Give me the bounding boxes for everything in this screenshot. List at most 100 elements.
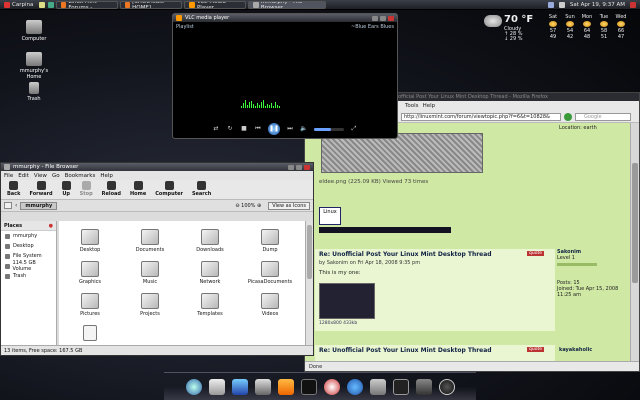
shuffle-icon[interactable]: ⇄ [212,125,220,133]
playlist-label[interactable]: Playlist [176,24,194,30]
desktop-icon-trash[interactable]: Trash [14,82,54,102]
folder-item[interactable]: Music [127,261,173,285]
scroll-thumb[interactable] [632,163,638,283]
vlc-icon[interactable] [277,378,294,395]
clock[interactable]: Sat Apr 19, 9:37 AM [570,2,625,8]
task-file-browser[interactable]: mmurphy - File Browser [248,0,327,9]
file-item[interactable] [67,325,113,343]
fullscreen-icon[interactable]: ⤢ [350,125,358,133]
chevron-left-icon[interactable]: ‹ [15,202,17,209]
itunes-icon[interactable] [231,378,248,395]
menu-help[interactable]: Help [423,103,436,109]
task-vlc[interactable]: VLC Media Player [184,0,247,9]
next-icon[interactable]: ⏭ [286,125,294,133]
menu-file[interactable]: File [4,173,13,179]
author-name[interactable]: kayakaholic [559,347,592,353]
trash-icon[interactable] [369,378,386,395]
minimize-button[interactable] [288,164,294,170]
folder-item[interactable]: Projects [127,293,173,317]
screenshot-attachment[interactable] [321,133,483,173]
terminal-icon[interactable] [48,1,55,8]
task-firefox[interactable]: Linux Mint Forums - [56,0,119,9]
quote-button[interactable]: quote [527,347,544,352]
folder-item[interactable]: Pictures [67,293,113,317]
window-icon[interactable] [415,378,432,395]
menu-edit[interactable]: Edit [18,173,29,179]
video-area[interactable] [177,32,393,124]
breadcrumb[interactable]: mmurphy [20,201,58,210]
close-button[interactable] [304,164,310,170]
up-button[interactable]: Up [61,181,71,197]
post-screenshot[interactable] [319,283,375,319]
folder-item[interactable]: Downloads [187,229,233,253]
reload-button[interactable]: Reload [102,181,121,197]
maximize-button[interactable] [380,15,386,21]
menu-go[interactable]: Go [52,173,60,179]
menu-bookmarks[interactable]: Bookmarks [65,173,96,179]
repeat-icon[interactable]: ↻ [226,125,234,133]
previous-icon[interactable]: ⏮ [254,125,262,133]
vlc-titlebar[interactable]: VLC media player [173,14,397,22]
cd-icon[interactable] [323,378,340,395]
stop-button[interactable]: Stop [80,181,93,197]
files-icon[interactable] [208,378,225,395]
quote-button[interactable]: quote [527,251,544,256]
home-button[interactable]: Home [130,181,146,197]
close-pane-icon[interactable]: ● [49,223,53,229]
menu-tools[interactable]: Tools [405,103,419,109]
stop-icon[interactable]: ■ [240,125,248,133]
visualizer-bar [251,101,252,108]
places-header[interactable]: Places ● [1,221,56,231]
folder-icon[interactable] [39,1,46,8]
toggle-location-icon[interactable] [4,202,12,209]
pause-button[interactable]: ❚❚ [268,123,280,135]
desktop-icon-computer[interactable]: Computer [14,20,54,42]
desktop-icon-home[interactable]: mmurphy's Home [14,52,54,80]
user-menu[interactable]: Carpina [0,0,37,10]
firefox-icon[interactable] [346,378,363,395]
close-button[interactable] [388,15,394,21]
forward-button[interactable]: Forward [29,181,53,197]
film-icon[interactable] [254,378,271,395]
mint-logo-icon[interactable] [185,378,202,395]
volume-icon[interactable] [558,2,565,8]
scroll-thumb[interactable] [307,225,312,279]
go-icon[interactable] [564,112,572,121]
url-bar[interactable]: http://linuxmint.com/forum/viewtopic.php… [401,112,561,121]
sidebar-item-trash[interactable]: Trash [1,271,56,281]
folder-item[interactable]: Videos [247,293,293,317]
folder-item[interactable]: Templates [187,293,233,317]
folder-item[interactable]: Desktop [67,229,113,253]
search-input[interactable]: Google [575,112,631,121]
power-icon[interactable] [438,378,455,395]
maximize-button[interactable] [296,164,302,170]
minimize-button[interactable] [372,15,378,21]
sidebar-item-home[interactable]: mmurphy [1,231,56,241]
sidebar-item-desktop[interactable]: Desktop [1,241,56,251]
menu-view[interactable]: View [34,173,47,179]
view-as-select[interactable]: View as Icons [268,201,310,210]
file-browser-titlebar[interactable]: mmurphy - File Browser [1,163,313,171]
screen-icon[interactable] [392,378,409,395]
post-title[interactable]: Re: Unofficial Post Your Linux Mint Desk… [315,345,555,356]
speaker-icon[interactable]: 🔈 [300,125,308,133]
sidebar-item-volume[interactable]: 114.5 GB Volume [1,260,56,272]
file-grid-scrollbar[interactable] [305,221,313,347]
folder-item[interactable]: Documents [127,229,173,253]
search-button[interactable]: Search [192,181,211,197]
volume-slider[interactable] [314,127,344,131]
folder-item[interactable]: PicasaDocuments [247,261,293,285]
network-icon[interactable] [547,2,554,8]
post-title[interactable]: Re: Unofficial Post Your Linux Mint Desk… [315,249,555,260]
computer-button[interactable]: Computer [155,181,183,197]
menu-help[interactable]: Help [100,173,113,179]
zoom-control[interactable]: ⊖ 100% ⊕ [235,203,261,209]
folder-item[interactable]: Dump [247,229,293,253]
back-button[interactable]: Back [7,181,20,197]
terminal-icon[interactable] [300,378,317,395]
power-icon[interactable] [630,2,636,8]
page-scrollbar[interactable] [630,123,639,363]
folder-item[interactable]: Graphics [67,261,113,285]
task-shoutcast[interactable]: [SHOUTcast - HOME] [120,0,183,9]
folder-item[interactable]: Network [187,261,233,285]
